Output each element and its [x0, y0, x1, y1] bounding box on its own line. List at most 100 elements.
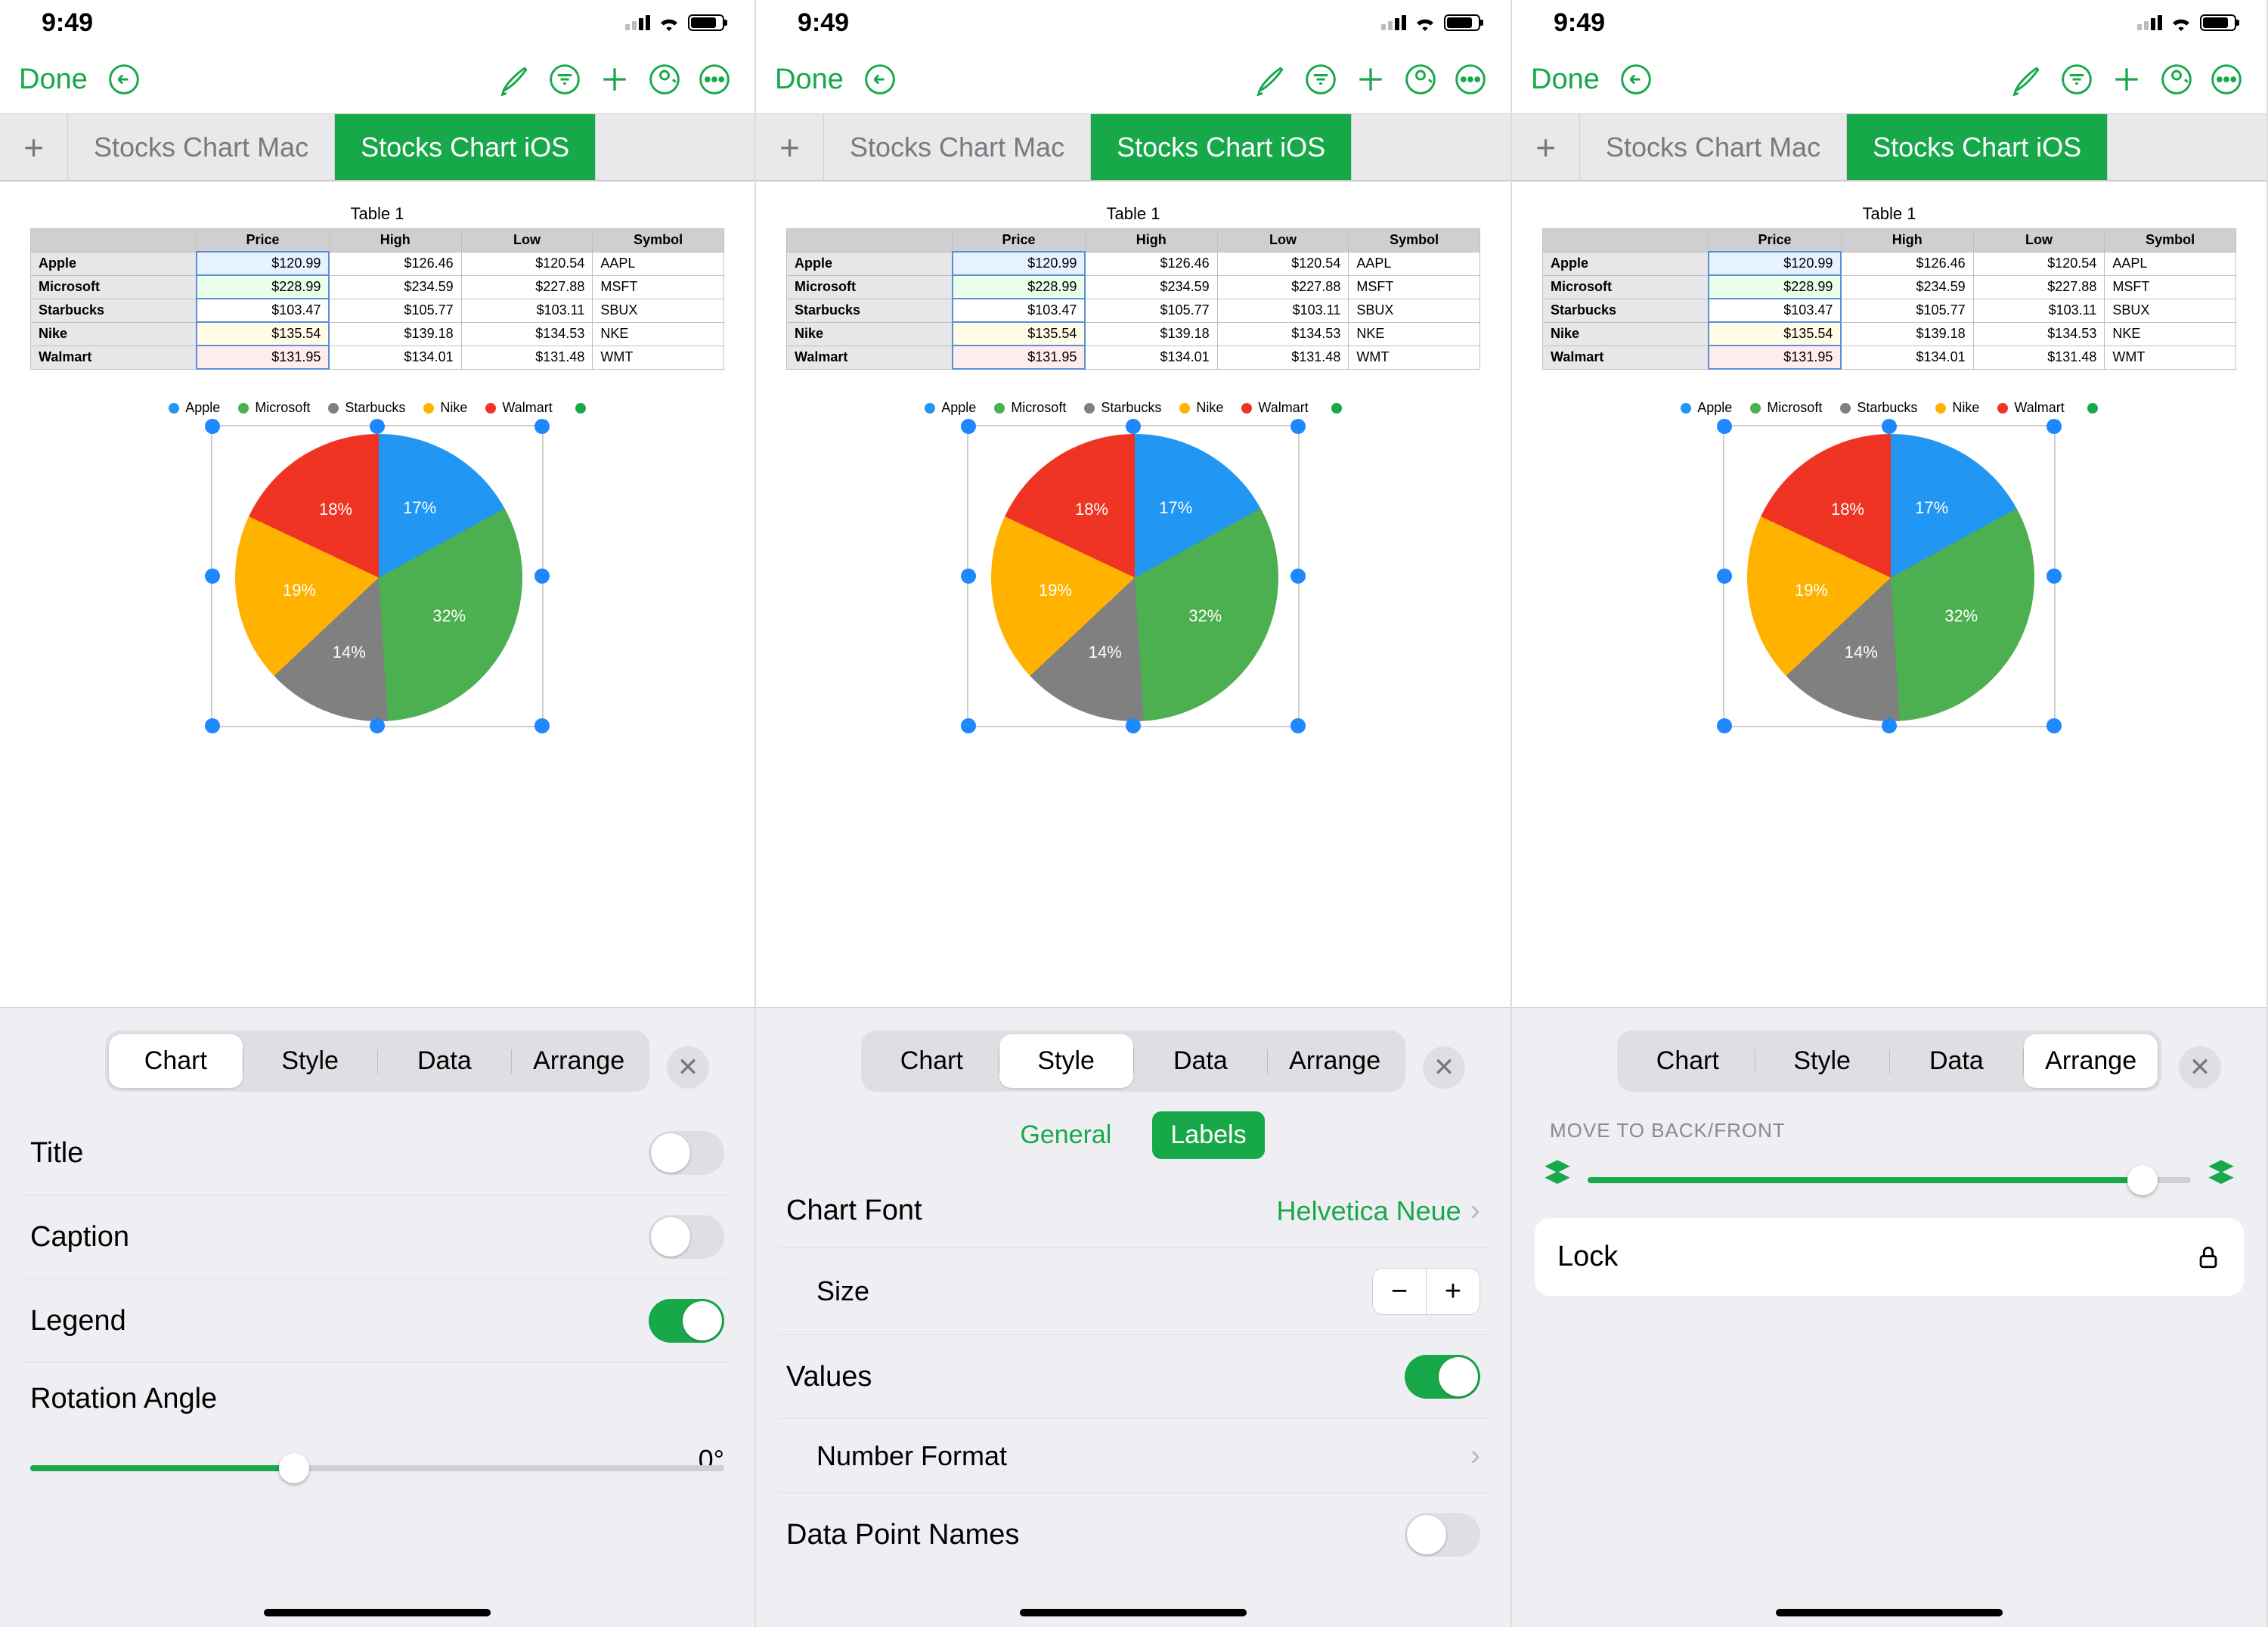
- filter-icon[interactable]: [544, 58, 586, 101]
- selection-handle[interactable]: [205, 569, 220, 584]
- undo-icon[interactable]: [859, 58, 901, 101]
- undo-icon[interactable]: [103, 58, 145, 101]
- canvas[interactable]: Table 1 Price High Low Symbol Apple$120.…: [0, 181, 754, 1007]
- undo-icon[interactable]: [1615, 58, 1657, 101]
- selection-handle[interactable]: [370, 419, 385, 434]
- status-indicators: [625, 14, 724, 31]
- selection-handle[interactable]: [370, 718, 385, 733]
- close-inspector-button[interactable]: ✕: [667, 1046, 709, 1089]
- seg-style[interactable]: Style: [1755, 1034, 1889, 1088]
- seg-chart[interactable]: Chart: [865, 1034, 999, 1088]
- done-button[interactable]: Done: [19, 64, 88, 96]
- home-indicator[interactable]: [1020, 1609, 1247, 1616]
- caption-toggle[interactable]: [649, 1215, 724, 1259]
- size-stepper[interactable]: − +: [1372, 1268, 1480, 1315]
- pie-chart[interactable]: 17%32%14%19%18%: [235, 434, 522, 721]
- battery-icon: [1444, 14, 1480, 31]
- close-inspector-button[interactable]: ✕: [2179, 1046, 2221, 1089]
- inspector-segmented[interactable]: Chart Style Data Arrange: [105, 1030, 649, 1092]
- data-table[interactable]: PriceHighLowSymbol Apple$120.99$126.46$1…: [1542, 228, 2236, 370]
- table-header-row: Price High Low Symbol: [31, 229, 724, 253]
- plus-icon[interactable]: [593, 58, 636, 101]
- dpn-toggle[interactable]: [1405, 1513, 1480, 1557]
- rotation-slider[interactable]: [30, 1465, 724, 1471]
- canvas[interactable]: Table 1 PriceHighLowSymbol Apple$120.99$…: [756, 181, 1510, 1007]
- data-table[interactable]: Price High Low Symbol Apple$120.99$126.4…: [30, 228, 724, 370]
- selection-handle[interactable]: [205, 419, 220, 434]
- add-sheet-button[interactable]: +: [756, 114, 824, 180]
- arrange-slider[interactable]: [1588, 1177, 2191, 1183]
- seg-arrange[interactable]: Arrange: [2024, 1034, 2158, 1088]
- share-icon[interactable]: [1399, 58, 1442, 101]
- selection-handle[interactable]: [534, 419, 550, 434]
- plus-icon[interactable]: [2105, 58, 2148, 101]
- values-toggle[interactable]: [1405, 1355, 1480, 1399]
- battery-icon: [2200, 14, 2236, 31]
- pie-chart-selected[interactable]: 17%32%14%19%18%: [1723, 425, 2056, 727]
- filter-icon[interactable]: [1300, 58, 1342, 101]
- title-toggle[interactable]: [649, 1131, 724, 1175]
- screen-chart: 9:49 Done + Stocks Chart Mac Stocks Char…: [0, 0, 756, 1627]
- brush-icon[interactable]: [494, 58, 536, 101]
- subseg-labels[interactable]: Labels: [1152, 1111, 1264, 1159]
- inspector-segmented[interactable]: Chart Style Data Arrange: [1617, 1030, 2161, 1092]
- data-table[interactable]: PriceHighLowSymbol Apple$120.99$126.46$1…: [786, 228, 1480, 370]
- inspector-style: Chart Style Data Arrange ✕ General Label…: [756, 1007, 1510, 1627]
- size-increment[interactable]: +: [1427, 1269, 1479, 1314]
- style-subseg[interactable]: General Labels: [779, 1111, 1488, 1159]
- done-button[interactable]: Done: [775, 64, 844, 96]
- inspector-segmented[interactable]: Chart Style Data Arrange: [861, 1030, 1405, 1092]
- subseg-general[interactable]: General: [1002, 1111, 1129, 1159]
- more-icon[interactable]: [693, 58, 736, 101]
- row-lock[interactable]: Lock: [1535, 1218, 2244, 1296]
- pie-chart-selected[interactable]: 17%32%14%19%18%: [211, 425, 544, 727]
- seg-data[interactable]: Data: [378, 1034, 512, 1088]
- share-icon[interactable]: [643, 58, 686, 101]
- seg-chart[interactable]: Chart: [109, 1034, 243, 1088]
- brush-icon[interactable]: [2006, 58, 2048, 101]
- row-chart-font[interactable]: Chart Font Helvetica Neue›: [779, 1174, 1488, 1248]
- home-indicator[interactable]: [264, 1609, 491, 1616]
- row-size: Size − +: [779, 1248, 1488, 1335]
- selection-handle[interactable]: [205, 718, 220, 733]
- pie-chart-selected[interactable]: 17%32%14%19%18%: [967, 425, 1300, 727]
- add-sheet-button[interactable]: +: [1512, 114, 1580, 180]
- row-caption: Caption: [23, 1195, 732, 1279]
- tab-mac[interactable]: Stocks Chart Mac: [68, 114, 335, 180]
- tab-mac[interactable]: Stocks Chart Mac: [1580, 114, 1847, 180]
- share-icon[interactable]: [2155, 58, 2198, 101]
- tab-ios[interactable]: Stocks Chart iOS: [335, 114, 596, 180]
- brush-icon[interactable]: [1250, 58, 1292, 101]
- more-icon[interactable]: [1449, 58, 1492, 101]
- seg-data[interactable]: Data: [1890, 1034, 2024, 1088]
- legend-toggle[interactable]: [649, 1299, 724, 1343]
- seg-arrange[interactable]: Arrange: [512, 1034, 646, 1088]
- pie-chart[interactable]: 17%32%14%19%18%: [991, 434, 1278, 721]
- row-number-format[interactable]: Number Format ›: [779, 1419, 1488, 1493]
- status-indicators: [2137, 14, 2236, 31]
- pie-chart[interactable]: 17%32%14%19%18%: [1747, 434, 2034, 721]
- tab-ios[interactable]: Stocks Chart iOS: [1091, 114, 1352, 180]
- plus-icon[interactable]: [1349, 58, 1392, 101]
- table-row: Nike$135.54$139.18$134.53NKE: [31, 322, 724, 346]
- filter-icon[interactable]: [2056, 58, 2098, 101]
- tab-ios[interactable]: Stocks Chart iOS: [1847, 114, 2108, 180]
- table-row: Microsoft$228.99$234.59$227.88MSFT: [31, 275, 724, 299]
- selection-handle[interactable]: [534, 718, 550, 733]
- home-indicator[interactable]: [1776, 1609, 2003, 1616]
- seg-style[interactable]: Style: [999, 1034, 1133, 1088]
- seg-data[interactable]: Data: [1134, 1034, 1268, 1088]
- size-decrement[interactable]: −: [1373, 1269, 1426, 1314]
- more-icon[interactable]: [2205, 58, 2248, 101]
- seg-chart[interactable]: Chart: [1621, 1034, 1755, 1088]
- selection-handle[interactable]: [534, 569, 550, 584]
- canvas[interactable]: Table 1 PriceHighLowSymbol Apple$120.99$…: [1512, 181, 2266, 1007]
- seg-arrange[interactable]: Arrange: [1268, 1034, 1402, 1088]
- done-button[interactable]: Done: [1531, 64, 1600, 96]
- status-time: 9:49: [798, 8, 849, 38]
- row-rotation-label: Rotation Angle: [23, 1363, 732, 1435]
- seg-style[interactable]: Style: [243, 1034, 377, 1088]
- tab-mac[interactable]: Stocks Chart Mac: [824, 114, 1091, 180]
- add-sheet-button[interactable]: +: [0, 114, 68, 180]
- close-inspector-button[interactable]: ✕: [1423, 1046, 1465, 1089]
